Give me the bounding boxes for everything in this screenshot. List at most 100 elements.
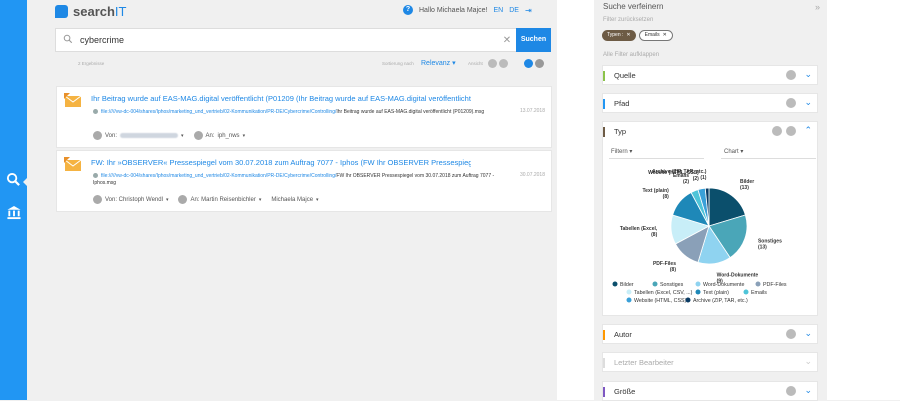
avatar	[93, 195, 102, 204]
help-icon[interactable]: ?	[403, 5, 413, 15]
filter-tag-type[interactable]: Typen : ✕	[602, 30, 636, 41]
sort-dropdown[interactable]: Relevanz ▾	[421, 59, 456, 67]
path-icon	[93, 109, 98, 115]
results-count: 2 Ergebnisse	[78, 61, 105, 66]
facet-reset-icon[interactable]	[772, 126, 782, 136]
legend-marker	[612, 281, 618, 287]
result-title[interactable]: FW: Ihr »OBSERVER« Pressespiegel vom 30.…	[91, 158, 471, 167]
close-icon[interactable]: ✕	[663, 30, 667, 41]
chevron-down-icon[interactable]: ⌄	[804, 356, 812, 367]
facet-settings-icon[interactable]	[786, 386, 796, 396]
legend-marker	[626, 289, 632, 295]
search-input[interactable]	[80, 35, 497, 45]
chevron-down-icon: ▾	[316, 196, 319, 203]
clear-search-icon[interactable]: ✕	[497, 35, 517, 46]
facet-color-bar	[603, 99, 605, 109]
legend-label[interactable]: Archive (ZIP, TAR, etc.)	[693, 298, 748, 304]
collapse-panel-icon[interactable]: »	[815, 2, 820, 12]
chevron-down-icon: ▾	[165, 196, 169, 203]
legend-marker	[685, 297, 691, 303]
results-meta: 2 Ergebnisse Sortierung nach Relevanz ▾ …	[78, 59, 553, 68]
facet-typ-body: Filtern ▾ Chart ▾ Bilder (13) Sonstiges (13…	[602, 140, 818, 316]
from-chip[interactable]: Von: ▾	[93, 131, 184, 140]
logout-icon[interactable]: ⇥	[525, 6, 532, 15]
chevron-down-icon[interactable]: ⌄	[804, 69, 812, 80]
view-list-icon[interactable]	[524, 59, 533, 68]
legend-label[interactable]: Bilder	[620, 282, 634, 288]
legend-label[interactable]: PDF-Files	[763, 282, 787, 288]
legend-label[interactable]: Sonstiges	[660, 282, 684, 288]
close-icon[interactable]: ✕	[626, 30, 630, 41]
institution-icon[interactable]	[4, 205, 23, 224]
facet-color-bar	[603, 71, 605, 81]
legend-marker	[755, 281, 761, 287]
lang-de-link[interactable]: DE	[509, 7, 519, 14]
result-path-link[interactable]: file://///vw-dc-004/shares/Iphos/marketi…	[101, 173, 336, 179]
result-card[interactable]: FW: Ihr »OBSERVER« Pressespiegel vom 30.…	[56, 150, 552, 212]
facet-color-bar	[603, 387, 605, 397]
legend-label[interactable]: Text (plain)	[703, 290, 729, 296]
to-chip[interactable]: An: iph_nws ▾	[193, 131, 245, 140]
facet-quelle[interactable]: Quelle ⌄	[602, 65, 818, 85]
panel-title: Suche verfeinern	[603, 2, 664, 11]
facet-typ[interactable]: Typ ⌃	[602, 121, 818, 141]
view-label: Ansicht	[468, 61, 483, 66]
facet-letzter-bearbeiter[interactable]: Letzter Bearbeiter ⌄	[602, 352, 818, 372]
facet-settings-icon[interactable]	[786, 98, 796, 108]
legend-label[interactable]: Website (HTML, CSS)	[634, 298, 687, 304]
result-title[interactable]: Ihr Beitrag wurde auf EAS-MAG.digital ve…	[91, 94, 471, 103]
slice-value: (8)	[663, 194, 669, 200]
to-chip[interactable]: An: Martin Reisenbichler ▾	[178, 195, 261, 204]
pane-divider	[557, 0, 594, 400]
facet-autor[interactable]: Autor ⌄	[602, 324, 818, 344]
facet-groesse[interactable]: Größe ⌄	[602, 381, 818, 401]
legend-marker	[743, 289, 749, 295]
reset-filters-link[interactable]: Filter zurücksetzen	[603, 17, 653, 23]
user-greeting: Hallo Michaela Majce!	[419, 6, 488, 14]
slice-value: (13)	[740, 185, 749, 191]
cc-chip[interactable]: Michaela Majce ▾	[271, 197, 318, 203]
avatar	[178, 195, 188, 204]
lang-en-link[interactable]: EN	[493, 7, 503, 14]
logo-text: searchIT	[73, 3, 127, 19]
legend-marker	[626, 297, 632, 303]
view-toggle-b[interactable]	[499, 59, 508, 68]
slice-value: (8)	[670, 267, 676, 273]
search-bar: ✕	[55, 28, 518, 52]
path-icon	[93, 173, 98, 179]
chevron-up-icon[interactable]: ⌃	[804, 125, 812, 136]
result-path-link[interactable]: file://///vw-dc-004/shares/Iphos/marketi…	[101, 109, 336, 115]
redacted-sender	[120, 133, 179, 138]
email-icon	[64, 157, 82, 171]
facet-color-bar	[603, 358, 605, 368]
search-button[interactable]: Suchen	[516, 28, 551, 52]
app-logo[interactable]: searchIT	[55, 3, 126, 19]
facet-settings-icon[interactable]	[786, 126, 796, 136]
facet-settings-icon[interactable]	[786, 70, 796, 80]
left-nav-rail	[0, 0, 28, 400]
view-grid-icon[interactable]	[535, 59, 544, 68]
view-toggle-a[interactable]	[488, 59, 497, 68]
chevron-down-icon[interactable]: ⌄	[804, 328, 812, 339]
slice-value: (8)	[651, 232, 657, 238]
slice-value: (13)	[758, 245, 767, 251]
legend-label[interactable]: Tabellen (Excel, CSV, ...)	[634, 290, 693, 296]
search-icon	[56, 34, 80, 47]
facet-pfad[interactable]: Pfad ⌄	[602, 93, 818, 113]
legend-label[interactable]: Word-Dokumente	[703, 282, 744, 288]
filter-tag-emails[interactable]: Emails ✕	[638, 30, 673, 41]
search-nav-icon[interactable]	[4, 172, 23, 191]
legend-label[interactable]: Emails	[751, 290, 767, 296]
expand-all-link[interactable]: Alle Filter aufklappen	[603, 52, 659, 58]
chevron-down-icon[interactable]: ⌄	[804, 97, 812, 108]
avatar	[193, 131, 203, 140]
result-path-rest: Ihr Beitrag wurde auf EAS-MAG.digital ve…	[336, 109, 485, 115]
facet-settings-icon[interactable]	[786, 329, 796, 339]
slice-label: Word-Dokumente	[717, 272, 759, 278]
from-chip[interactable]: Von: Christoph Wendl ▾	[93, 195, 168, 204]
result-card[interactable]: Ihr Beitrag wurde auf EAS-MAG.digital ve…	[56, 86, 552, 148]
chevron-down-icon[interactable]: ⌄	[804, 385, 812, 396]
email-icon	[64, 93, 82, 107]
slice-value: (2)	[683, 179, 689, 185]
slice-value: (2)	[693, 176, 699, 182]
